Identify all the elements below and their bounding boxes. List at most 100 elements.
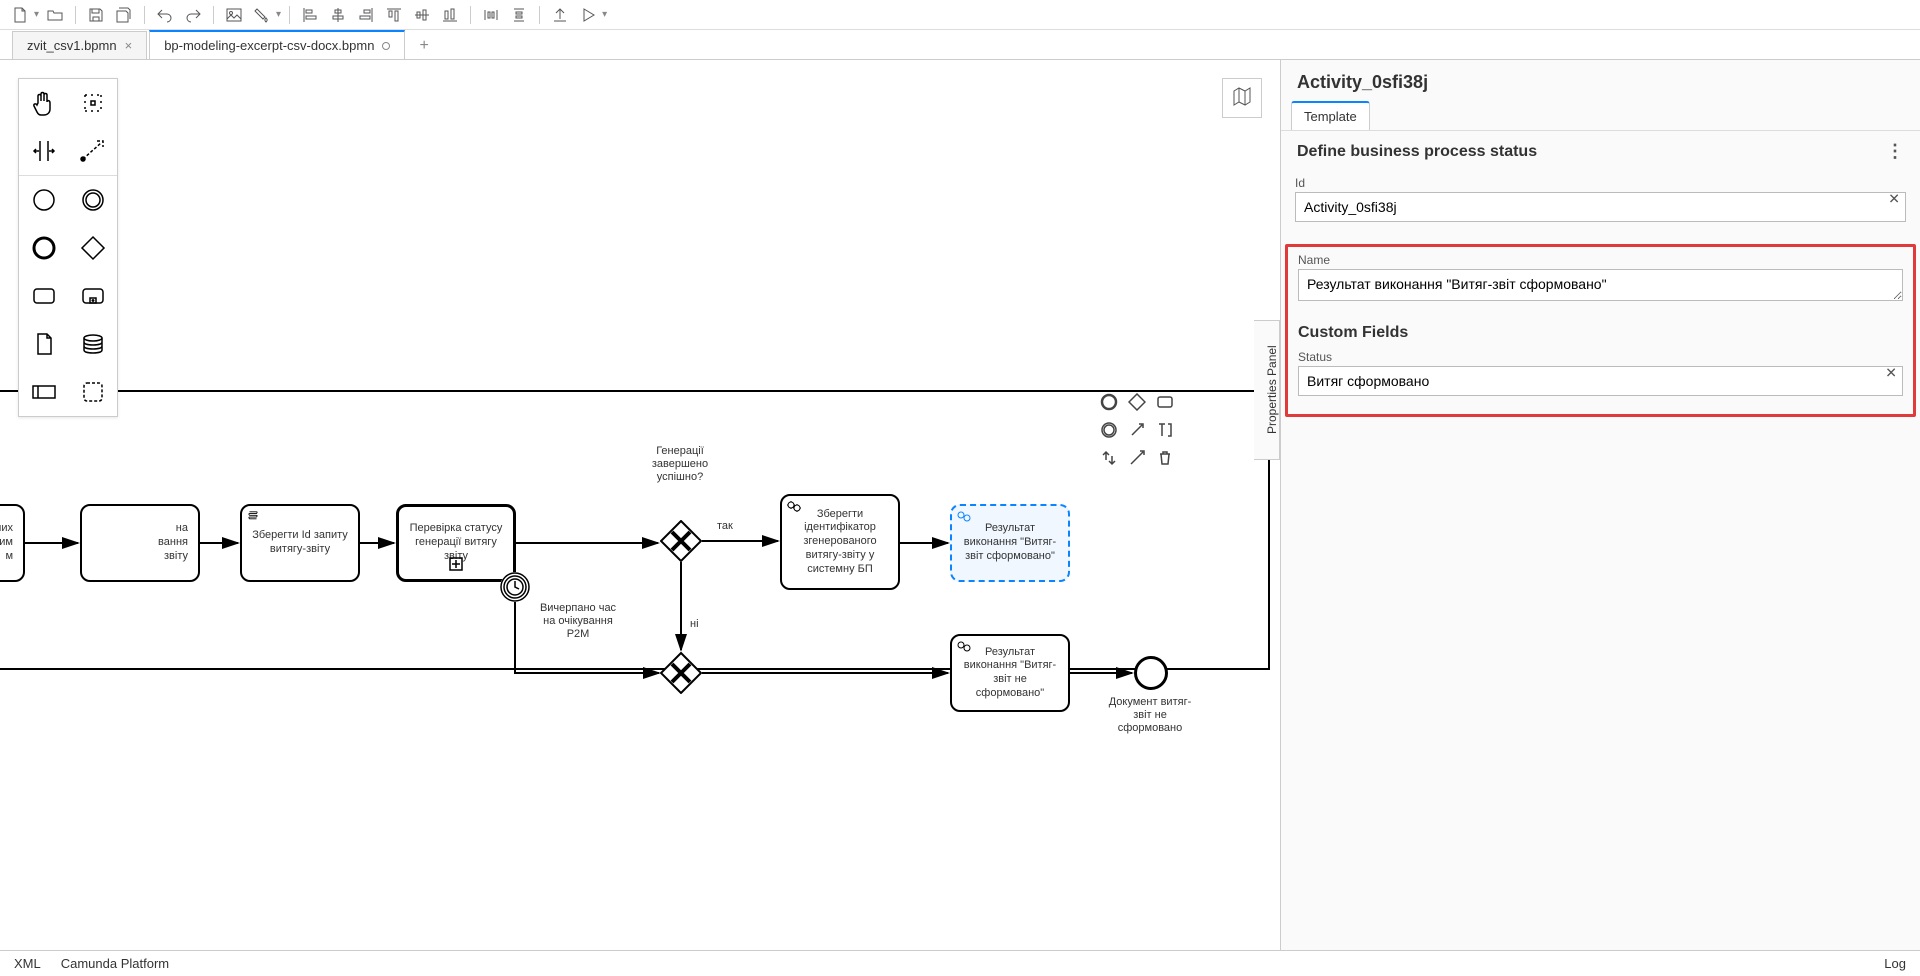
task-label: Зберегти ідентифікатор згенерованого вит… [788,508,892,577]
create-start-event[interactable] [19,176,68,224]
append-gateway-button[interactable] [1125,390,1149,414]
delete-button[interactable] [1153,446,1177,470]
section-title: Define business process status [1297,143,1537,161]
change-type-button[interactable] [1097,446,1121,470]
statusbar-log[interactable]: Log [1884,956,1906,971]
highlighted-fields: Name Результат виконання "Витяг-звіт сфо… [1285,244,1916,417]
add-tab-button[interactable]: + [407,33,440,59]
diagram-canvas[interactable]: аних им м на вання звіту Зберегти Id зап… [0,60,1280,950]
image-button[interactable] [222,3,246,27]
create-gateway[interactable] [68,224,117,272]
run-button[interactable] [576,3,600,27]
color-dropdown[interactable]: ▾ [276,9,281,20]
bpmn-task-save-id[interactable]: Зберегти Id запиту витягу-звіту [240,504,360,582]
color-button[interactable] [250,3,274,27]
create-intermediate-event[interactable] [68,176,117,224]
bpmn-end-event[interactable] [1134,656,1168,690]
lasso-tool[interactable] [68,79,117,127]
annotation-button[interactable] [1125,418,1149,442]
create-group[interactable] [68,368,117,416]
section-menu-icon[interactable]: ⋮ [1886,141,1904,162]
distribute-h-button[interactable] [479,3,503,27]
tab-label: zvit_csv1.bpmn [27,38,117,53]
tab-template[interactable]: Template [1291,101,1370,130]
service-icon [956,640,972,659]
close-icon[interactable]: × [125,38,133,53]
task-label: на вання звіту [88,522,192,563]
append-task-button[interactable] [1153,390,1177,414]
redo-button[interactable] [181,3,205,27]
bpmn-task-result-ok[interactable]: Результат виконання "Витяг-звіт сформова… [950,504,1070,582]
new-file-dropdown[interactable]: ▾ [34,9,39,20]
align-left-button[interactable] [298,3,322,27]
create-data-object[interactable] [19,320,68,368]
status-bar: XML Camunda Platform Log [0,950,1920,976]
separator [539,6,540,24]
bpmn-task-partial-2[interactable]: на вання звіту [80,504,200,582]
hand-tool[interactable] [19,79,68,127]
minimap-toggle[interactable] [1222,78,1262,118]
custom-fields-title: Custom Fields [1298,318,1903,350]
separator [470,6,471,24]
bpmn-gateway-2[interactable] [660,652,702,694]
properties-panel-toggle[interactable]: Properties Panel [1254,320,1280,460]
create-task[interactable] [19,272,68,320]
context-pad [1097,390,1177,470]
tab-file-1[interactable]: zvit_csv1.bpmn × [12,31,147,59]
section-header[interactable]: Define business process status ⋮ [1281,130,1920,172]
append-text-button[interactable] [1153,418,1177,442]
open-file-button[interactable] [43,3,67,27]
connect-button[interactable] [1125,446,1149,470]
run-dropdown[interactable]: ▾ [602,9,607,20]
main-toolbar: ▾ ▾ ▾ [0,0,1920,30]
status-label: Status [1298,350,1903,364]
global-connect-tool[interactable] [68,127,117,175]
distribute-v-button[interactable] [507,3,531,27]
create-participant[interactable] [19,368,68,416]
service-icon [786,500,802,519]
new-file-button[interactable] [8,3,32,27]
align-right-button[interactable] [354,3,378,27]
end-event-label: Документ витяг-звіт не сформовано [1100,696,1200,736]
canvas-wrap: аних им м на вання звіту Зберегти Id зап… [0,60,1280,950]
gateway-label: Генерації завершено успішно? [640,445,720,485]
name-input[interactable]: Результат виконання "Витяг-звіт сформова… [1298,269,1903,301]
service-icon [956,510,972,529]
bpmn-task-partial-1[interactable]: аних им м [0,504,25,582]
create-subprocess[interactable] [68,272,117,320]
id-input[interactable] [1295,192,1906,222]
append-intermediate-button[interactable] [1097,418,1121,442]
create-end-event[interactable] [19,224,68,272]
tab-file-2[interactable]: bp-modeling-excerpt-csv-docx.bpmn [149,30,405,59]
task-label: Результат виконання "Витяг-звіт не сформ… [958,646,1062,701]
properties-panel: Activity_0sfi38j Template Define busines… [1280,60,1920,950]
deploy-button[interactable] [548,3,572,27]
properties-tabs: Template [1281,101,1920,130]
align-center-button[interactable] [326,3,350,27]
bpmn-task-save-identifier[interactable]: Зберегти ідентифікатор згенерованого вит… [780,494,900,590]
edge-label-no: ні [690,618,699,631]
append-end-event-button[interactable] [1097,390,1121,414]
align-middle-button[interactable] [410,3,434,27]
tab-label: bp-modeling-excerpt-csv-docx.bpmn [164,38,374,53]
status-input[interactable] [1298,366,1903,396]
bpmn-boundary-timer[interactable] [500,572,530,602]
save-all-button[interactable] [112,3,136,27]
statusbar-xml[interactable]: XML [14,956,41,971]
field-id: Id ✕ [1295,176,1906,222]
bpmn-gateway-1[interactable] [660,520,702,562]
field-name: Name Результат виконання "Витяг-звіт сфо… [1298,253,1903,304]
undo-button[interactable] [153,3,177,27]
create-data-store[interactable] [68,320,117,368]
bpmn-task-result-fail[interactable]: Результат виконання "Витяг-звіт не сформ… [950,634,1070,712]
align-bottom-button[interactable] [438,3,462,27]
space-tool[interactable] [19,127,68,175]
bpmn-callactivity-check-status[interactable]: Перевірка статусу генерації витягу звіту [396,504,516,582]
align-top-button[interactable] [382,3,406,27]
edge-label-yes: так [717,520,733,533]
tool-palette [18,78,118,417]
clear-icon[interactable]: ✕ [1888,191,1900,208]
statusbar-platform[interactable]: Camunda Platform [61,956,169,971]
clear-icon[interactable]: ✕ [1885,365,1897,382]
save-button[interactable] [84,3,108,27]
